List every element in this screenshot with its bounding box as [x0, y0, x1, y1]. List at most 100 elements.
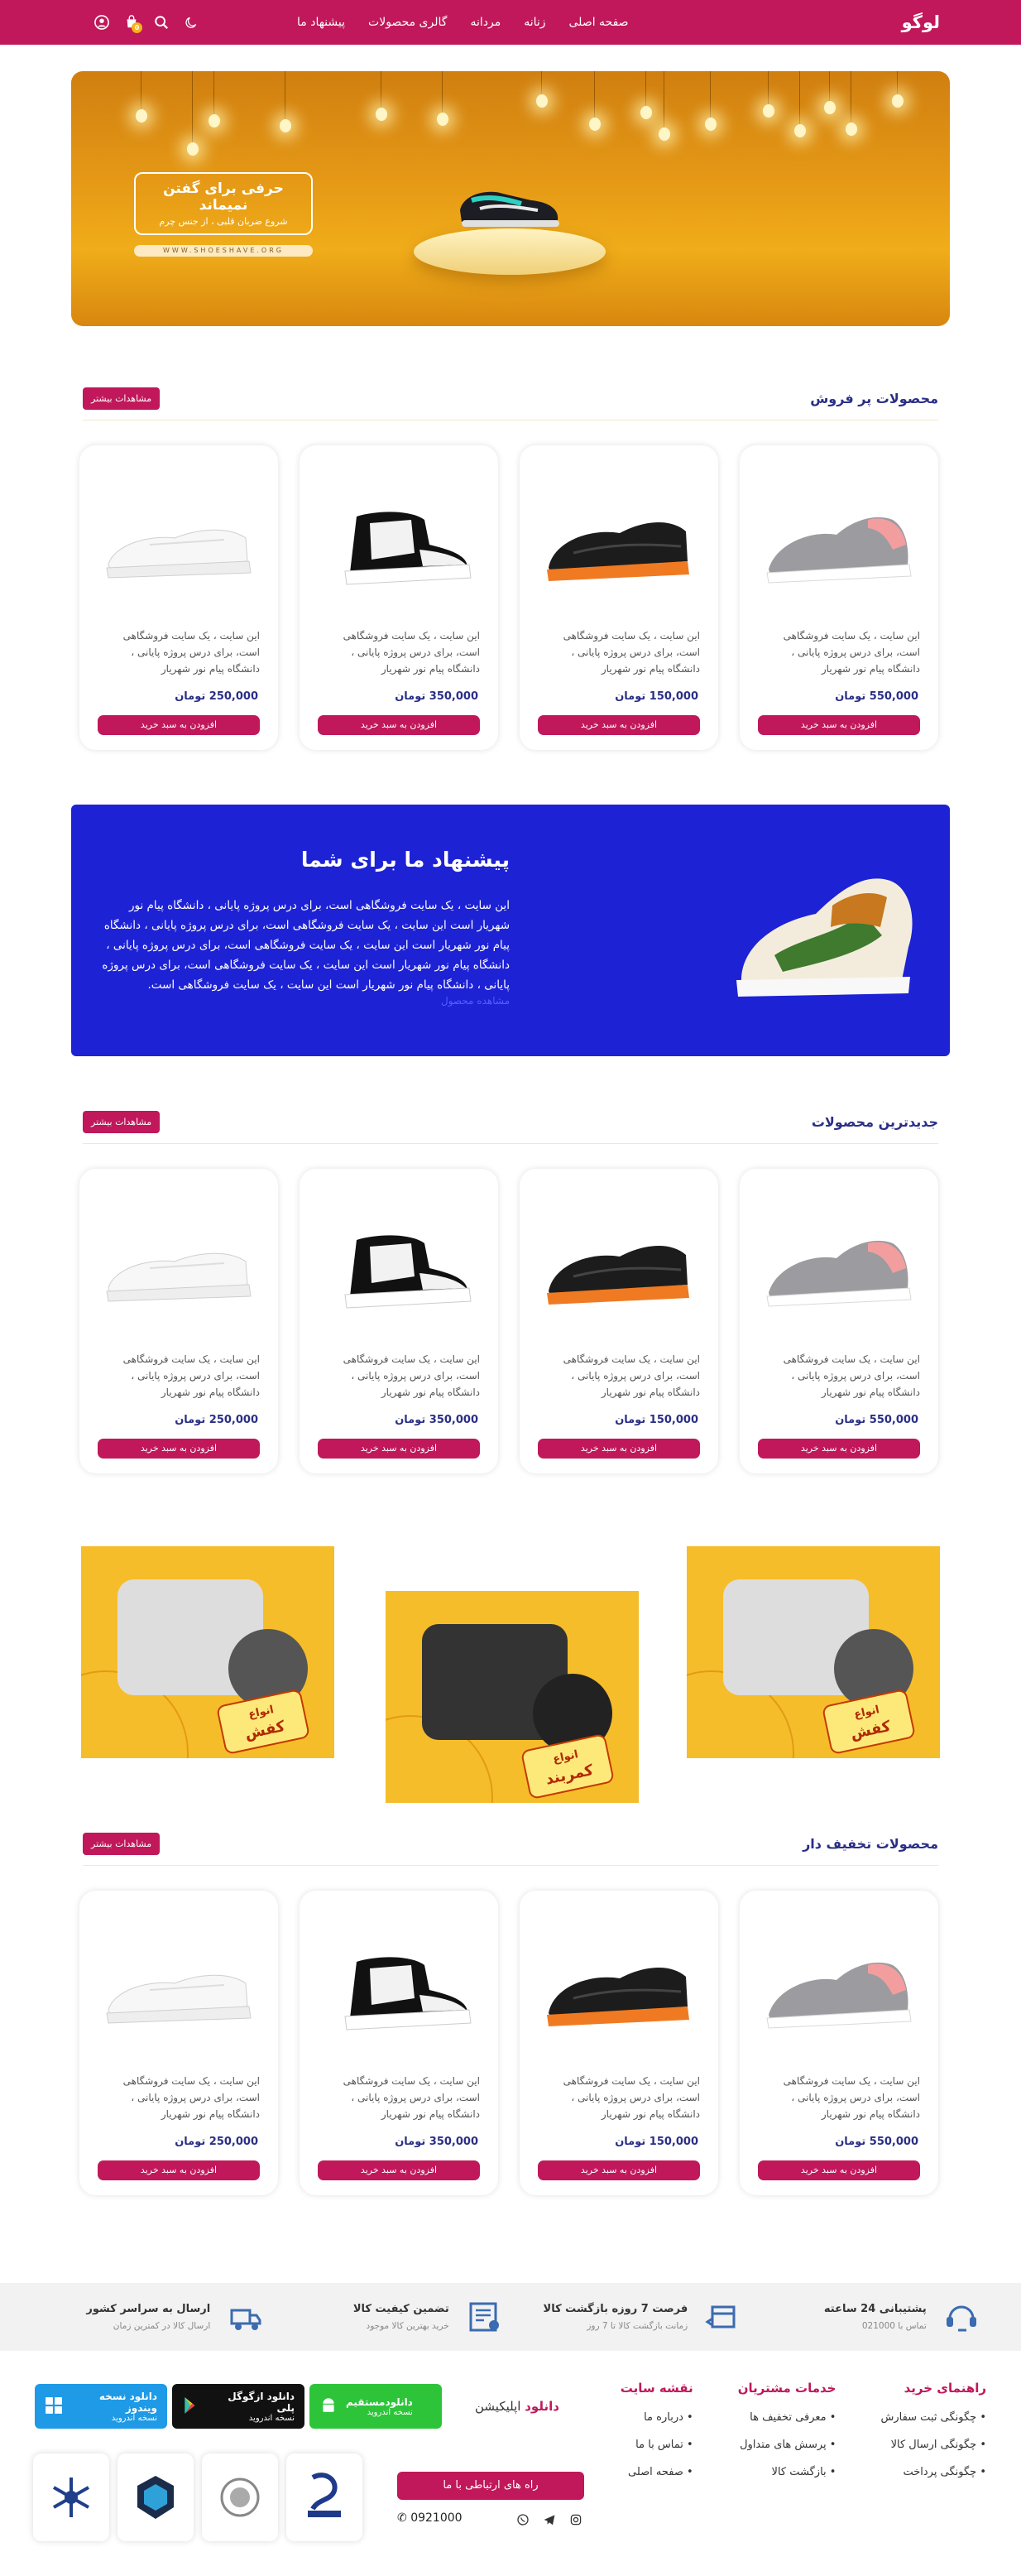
footer-link[interactable]: معرفی تخفیف ها	[738, 2404, 836, 2431]
add-to-cart-button[interactable]: افزودن به سبد خرید	[98, 1439, 260, 1459]
product-image[interactable]	[300, 1169, 498, 1334]
product-price: 250,000 تومان	[175, 1414, 258, 1426]
product-card[interactable]: این سایت ، یک سایت فروشگاهی است، برای در…	[520, 445, 718, 750]
footer-link[interactable]: صفحه اصلی	[621, 2458, 693, 2486]
product-image[interactable]	[79, 445, 278, 611]
product-card[interactable]: این سایت ، یک سایت فروشگاهی است، برای در…	[79, 1891, 278, 2195]
app-title: دانلود ازگوگل پلی	[228, 2390, 295, 2414]
product-card[interactable]: این سایت ، یک سایت فروشگاهی است، برای در…	[300, 1169, 498, 1473]
download-google-play-button[interactable]: دانلود ازگوگل پلی نسخه اندروید	[172, 2384, 304, 2429]
product-image[interactable]	[520, 1891, 718, 2056]
instagram-icon[interactable]	[568, 2511, 584, 2528]
add-to-cart-button[interactable]: افزودن به سبد خرید	[318, 715, 480, 735]
promo-belt-banner[interactable]: انواع کمربند	[386, 1591, 639, 1803]
product-card[interactable]: این سایت ، یک سایت فروشگاهی است، برای در…	[300, 445, 498, 750]
bulb-icon	[705, 118, 717, 131]
bulb-icon	[589, 118, 601, 131]
product-image[interactable]	[520, 1169, 718, 1334]
product-card[interactable]: این سایت ، یک سایت فروشگاهی است، برای در…	[79, 445, 278, 750]
add-to-cart-button[interactable]: افزودن به سبد خرید	[538, 2160, 700, 2180]
download-direct-button[interactable]: دانلودمستقیم نسخه اندروید	[309, 2384, 442, 2429]
footer-columns: راهنمای خرید چگونگی ثبت سفارشچگونگی ارسا…	[621, 2381, 986, 2550]
social-links	[515, 2511, 584, 2528]
return-box-icon	[699, 2294, 745, 2340]
discount-products-header: محصولات تخفیف دار مشاهدات بیشتر	[83, 1833, 938, 1866]
promo-shoes-banner[interactable]: انواع کفش	[687, 1546, 940, 1758]
product-image[interactable]	[300, 445, 498, 611]
hero-banner[interactable]: حرفی برای گفتن نمیماند شروع ضربان قلبی ،…	[71, 71, 950, 326]
delivery-truck-icon	[222, 2294, 268, 2340]
footer-link[interactable]: بازگشت کالا	[738, 2458, 836, 2486]
section-title: محصولات پر فروش	[810, 391, 938, 406]
see-more-button[interactable]: مشاهدات بیشتر	[83, 1111, 161, 1133]
nav-home[interactable]: صفحه اصلی	[569, 16, 629, 29]
dark-mode-icon[interactable]	[182, 13, 200, 31]
footer-link[interactable]: چگونگی پرداخت	[880, 2458, 986, 2486]
cart-icon[interactable]: 0	[122, 13, 142, 33]
product-image[interactable]	[79, 1891, 278, 2056]
product-image[interactable]	[300, 1891, 498, 2056]
telegram-icon[interactable]	[541, 2511, 558, 2528]
product-price: 250,000 تومان	[175, 690, 258, 703]
offer-link[interactable]: مشاهده محصول	[441, 995, 510, 1007]
service-title: ارسال به سراسر کشور	[86, 2303, 211, 2315]
download-windows-button[interactable]: دانلود نسخه ویندوز نسخه اندروید	[35, 2384, 167, 2429]
product-card[interactable]: این سایت ، یک سایت فروشگاهی است، برای در…	[740, 445, 938, 750]
footer-link[interactable]: چگونگی ارسال کالا	[880, 2431, 986, 2458]
product-card[interactable]: این سایت ، یک سایت فروشگاهی است، برای در…	[740, 1169, 938, 1473]
product-image[interactable]	[79, 1169, 278, 1334]
footer-link[interactable]: پرسش های متداول	[738, 2431, 836, 2458]
product-image[interactable]	[520, 445, 718, 611]
trust-badge-ecommerce[interactable]	[117, 2453, 194, 2541]
add-to-cart-button[interactable]: افزودن به سبد خرید	[318, 2160, 480, 2180]
product-card[interactable]: این سایت ، یک سایت فروشگاهی است، برای در…	[79, 1169, 278, 1473]
add-to-cart-button[interactable]: افزودن به سبد خرید	[758, 1439, 920, 1459]
product-image[interactable]	[740, 1891, 938, 2056]
service-sub: ارسال کالا در کمترین زمان	[113, 2321, 211, 2331]
add-to-cart-button[interactable]: افزودن به سبد خرید	[98, 2160, 260, 2180]
nav-men[interactable]: مردانه	[470, 16, 501, 29]
trust-badge-snowflake[interactable]	[33, 2453, 109, 2541]
add-to-cart-button[interactable]: افزودن به سبد خرید	[758, 715, 920, 735]
product-card[interactable]: این سایت ، یک سایت فروشگاهی است، برای در…	[300, 1891, 498, 2195]
product-image[interactable]	[740, 1169, 938, 1334]
whatsapp-icon[interactable]	[515, 2511, 531, 2528]
see-more-button[interactable]: مشاهدات بیشتر	[83, 1833, 161, 1855]
support-icon	[938, 2294, 985, 2340]
add-to-cart-button[interactable]: افزودن به سبد خرید	[98, 715, 260, 735]
promo-shoes-banner[interactable]: انواع کفش	[81, 1546, 334, 1758]
site-logo[interactable]: لوگو	[902, 12, 940, 32]
footer-link[interactable]: درباره ما	[621, 2404, 693, 2431]
product-card[interactable]: این سایت ، یک سایت فروشگاهی است، برای در…	[520, 1169, 718, 1473]
app-title: دانلود نسخه ویندوز	[98, 2390, 157, 2414]
bulb-icon	[376, 108, 387, 121]
add-to-cart-button[interactable]: افزودن به سبد خرید	[318, 1439, 480, 1459]
site-header: لوگو صفحه اصلی زنانه مردانه گالری محصولا…	[0, 0, 1021, 45]
add-to-cart-button[interactable]: افزودن به سبد خرید	[538, 715, 700, 735]
footer-link[interactable]: چگونگی ثبت سفارش	[880, 2404, 986, 2431]
add-to-cart-button[interactable]: افزودن به سبد خرید	[758, 2160, 920, 2180]
add-to-cart-button[interactable]: افزودن به سبد خرید	[538, 1439, 700, 1459]
google-play-icon	[182, 2396, 200, 2417]
service-title: تضمین کیفیت کالا	[352, 2303, 449, 2315]
service-shipping: ارسال به سراسر کشور ارسال کالا در کمترین …	[36, 2294, 268, 2340]
enamad-seal-icon	[308, 2473, 341, 2517]
product-image[interactable]	[740, 445, 938, 611]
user-icon[interactable]	[93, 13, 111, 31]
windows-icon	[45, 2396, 63, 2417]
footer-link[interactable]: تماس با ما	[621, 2431, 693, 2458]
product-card[interactable]: این سایت ، یک سایت فروشگاهی است، برای در…	[520, 1891, 718, 2195]
nav-gallery[interactable]: گالری محصولات	[368, 16, 447, 29]
nav-women[interactable]: زنانه	[524, 16, 545, 29]
trust-badge-enamad[interactable]	[286, 2453, 362, 2541]
nav-offer[interactable]: پیشنهاد ما	[297, 16, 345, 29]
search-icon[interactable]	[152, 13, 170, 31]
trust-badge-union[interactable]	[202, 2453, 278, 2541]
promo-tag: انواع کفش	[215, 1688, 311, 1756]
lamp-wire	[645, 71, 646, 106]
product-grid: این سایت ، یک سایت فروشگاهی است، برای در…	[79, 1169, 938, 1473]
product-card[interactable]: این سایت ، یک سایت فروشگاهی است، برای در…	[740, 1891, 938, 2195]
service-sub: تماس با 021000	[861, 2321, 927, 2331]
see-more-button[interactable]: مشاهدات بیشتر	[83, 387, 161, 410]
contact-us-button[interactable]: راه های ارتباطی با ما	[397, 2472, 584, 2500]
